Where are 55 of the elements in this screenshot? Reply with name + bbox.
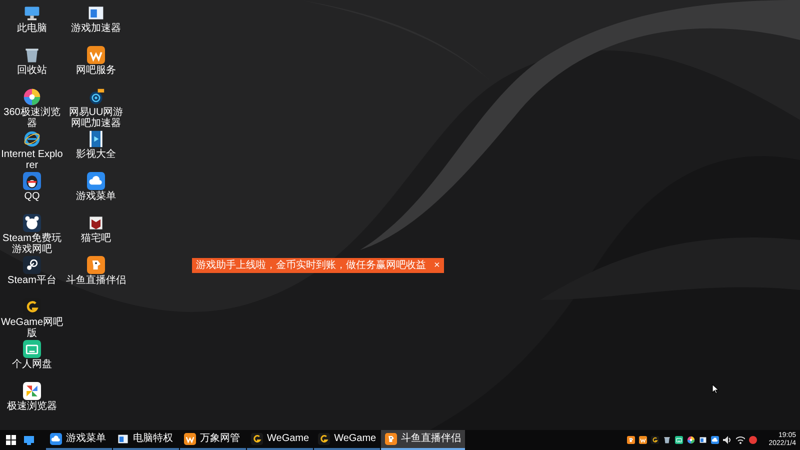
pinwheel-icon xyxy=(23,382,41,400)
g-logo-icon xyxy=(650,436,659,444)
w-logo-icon xyxy=(638,436,647,444)
desktop-icon-label[interactable]: 个人网盘 xyxy=(12,359,52,370)
desktop-icon-label[interactable]: 极速浏览器 xyxy=(7,401,57,412)
taskbar-button[interactable]: 电脑特权 xyxy=(113,430,179,450)
w-logo-icon xyxy=(87,46,105,64)
globe-e-icon xyxy=(23,130,41,148)
desktop-icon-label[interactable]: Steam平台 xyxy=(8,275,56,286)
drive-icon xyxy=(23,340,41,358)
steam-icon xyxy=(23,256,41,274)
desktop-icon-label[interactable]: Internet Explorer xyxy=(0,149,64,171)
task-view-icon[interactable] xyxy=(24,436,34,444)
network-icon[interactable] xyxy=(736,436,745,444)
desktop-icon-label[interactable]: 斗鱼直播伴侣 xyxy=(66,275,126,286)
g-logo-icon xyxy=(251,433,263,445)
desktop-icon-label[interactable]: WeGame网吧版 xyxy=(0,317,64,339)
desktop-icon-label[interactable]: 360极速浏览器 xyxy=(0,107,64,129)
g-logo-icon xyxy=(318,433,330,445)
cloud-icon xyxy=(50,433,62,445)
cloud-icon xyxy=(87,172,105,190)
window-icon xyxy=(87,4,105,22)
desktop-icon-label[interactable]: 此电脑 xyxy=(17,23,47,34)
trash-icon xyxy=(662,436,671,444)
desktop-icon-label[interactable]: QQ xyxy=(24,191,40,202)
desktop-icon-label[interactable]: 网易UU网游网吧加速器 xyxy=(64,107,128,129)
desktop-icon-label[interactable]: 回收站 xyxy=(17,65,47,76)
desktop-icon-label[interactable]: 游戏加速器 xyxy=(71,23,121,34)
color-wheel-icon xyxy=(23,88,41,106)
color-wheel-icon xyxy=(686,436,695,444)
film-icon xyxy=(87,130,105,148)
desktop-icon-label[interactable]: 游戏菜单 xyxy=(76,191,116,202)
taskbar-button[interactable]: 游戏菜单 xyxy=(46,430,112,450)
trash-icon xyxy=(23,46,41,64)
computer-icon xyxy=(23,4,41,22)
window-icon xyxy=(698,436,707,444)
taskbar-button[interactable]: 万象网管 xyxy=(180,430,246,450)
mouse-cursor-icon xyxy=(712,384,719,394)
taskbar-button[interactable]: 斗鱼直播伴侣 xyxy=(381,430,466,450)
taskbar-button[interactable]: WeGame xyxy=(247,430,314,450)
speaker-icon[interactable] xyxy=(722,436,732,444)
desktop-icon-label[interactable]: 网吧服务 xyxy=(76,65,116,76)
penguin-icon xyxy=(23,172,41,190)
windows-start-icon[interactable] xyxy=(6,435,16,445)
bear-icon xyxy=(23,214,41,232)
desktop-icon-label[interactable]: 影视大全 xyxy=(76,149,116,160)
drive-icon xyxy=(674,436,683,444)
target-icon xyxy=(87,88,105,106)
desktop-icon-label[interactable]: Steam免费玩游戏网吧 xyxy=(0,233,64,255)
window-icon xyxy=(117,433,129,445)
cloud-icon xyxy=(710,436,719,444)
taskbar-button[interactable]: WeGame xyxy=(314,430,380,450)
notification-text: 游戏助手上线啦，金币实时到账，做任务赢网吧收益 xyxy=(196,259,426,272)
w-logo-icon xyxy=(184,433,196,445)
desktop-icon-label[interactable]: 猫宅吧 xyxy=(81,233,111,244)
